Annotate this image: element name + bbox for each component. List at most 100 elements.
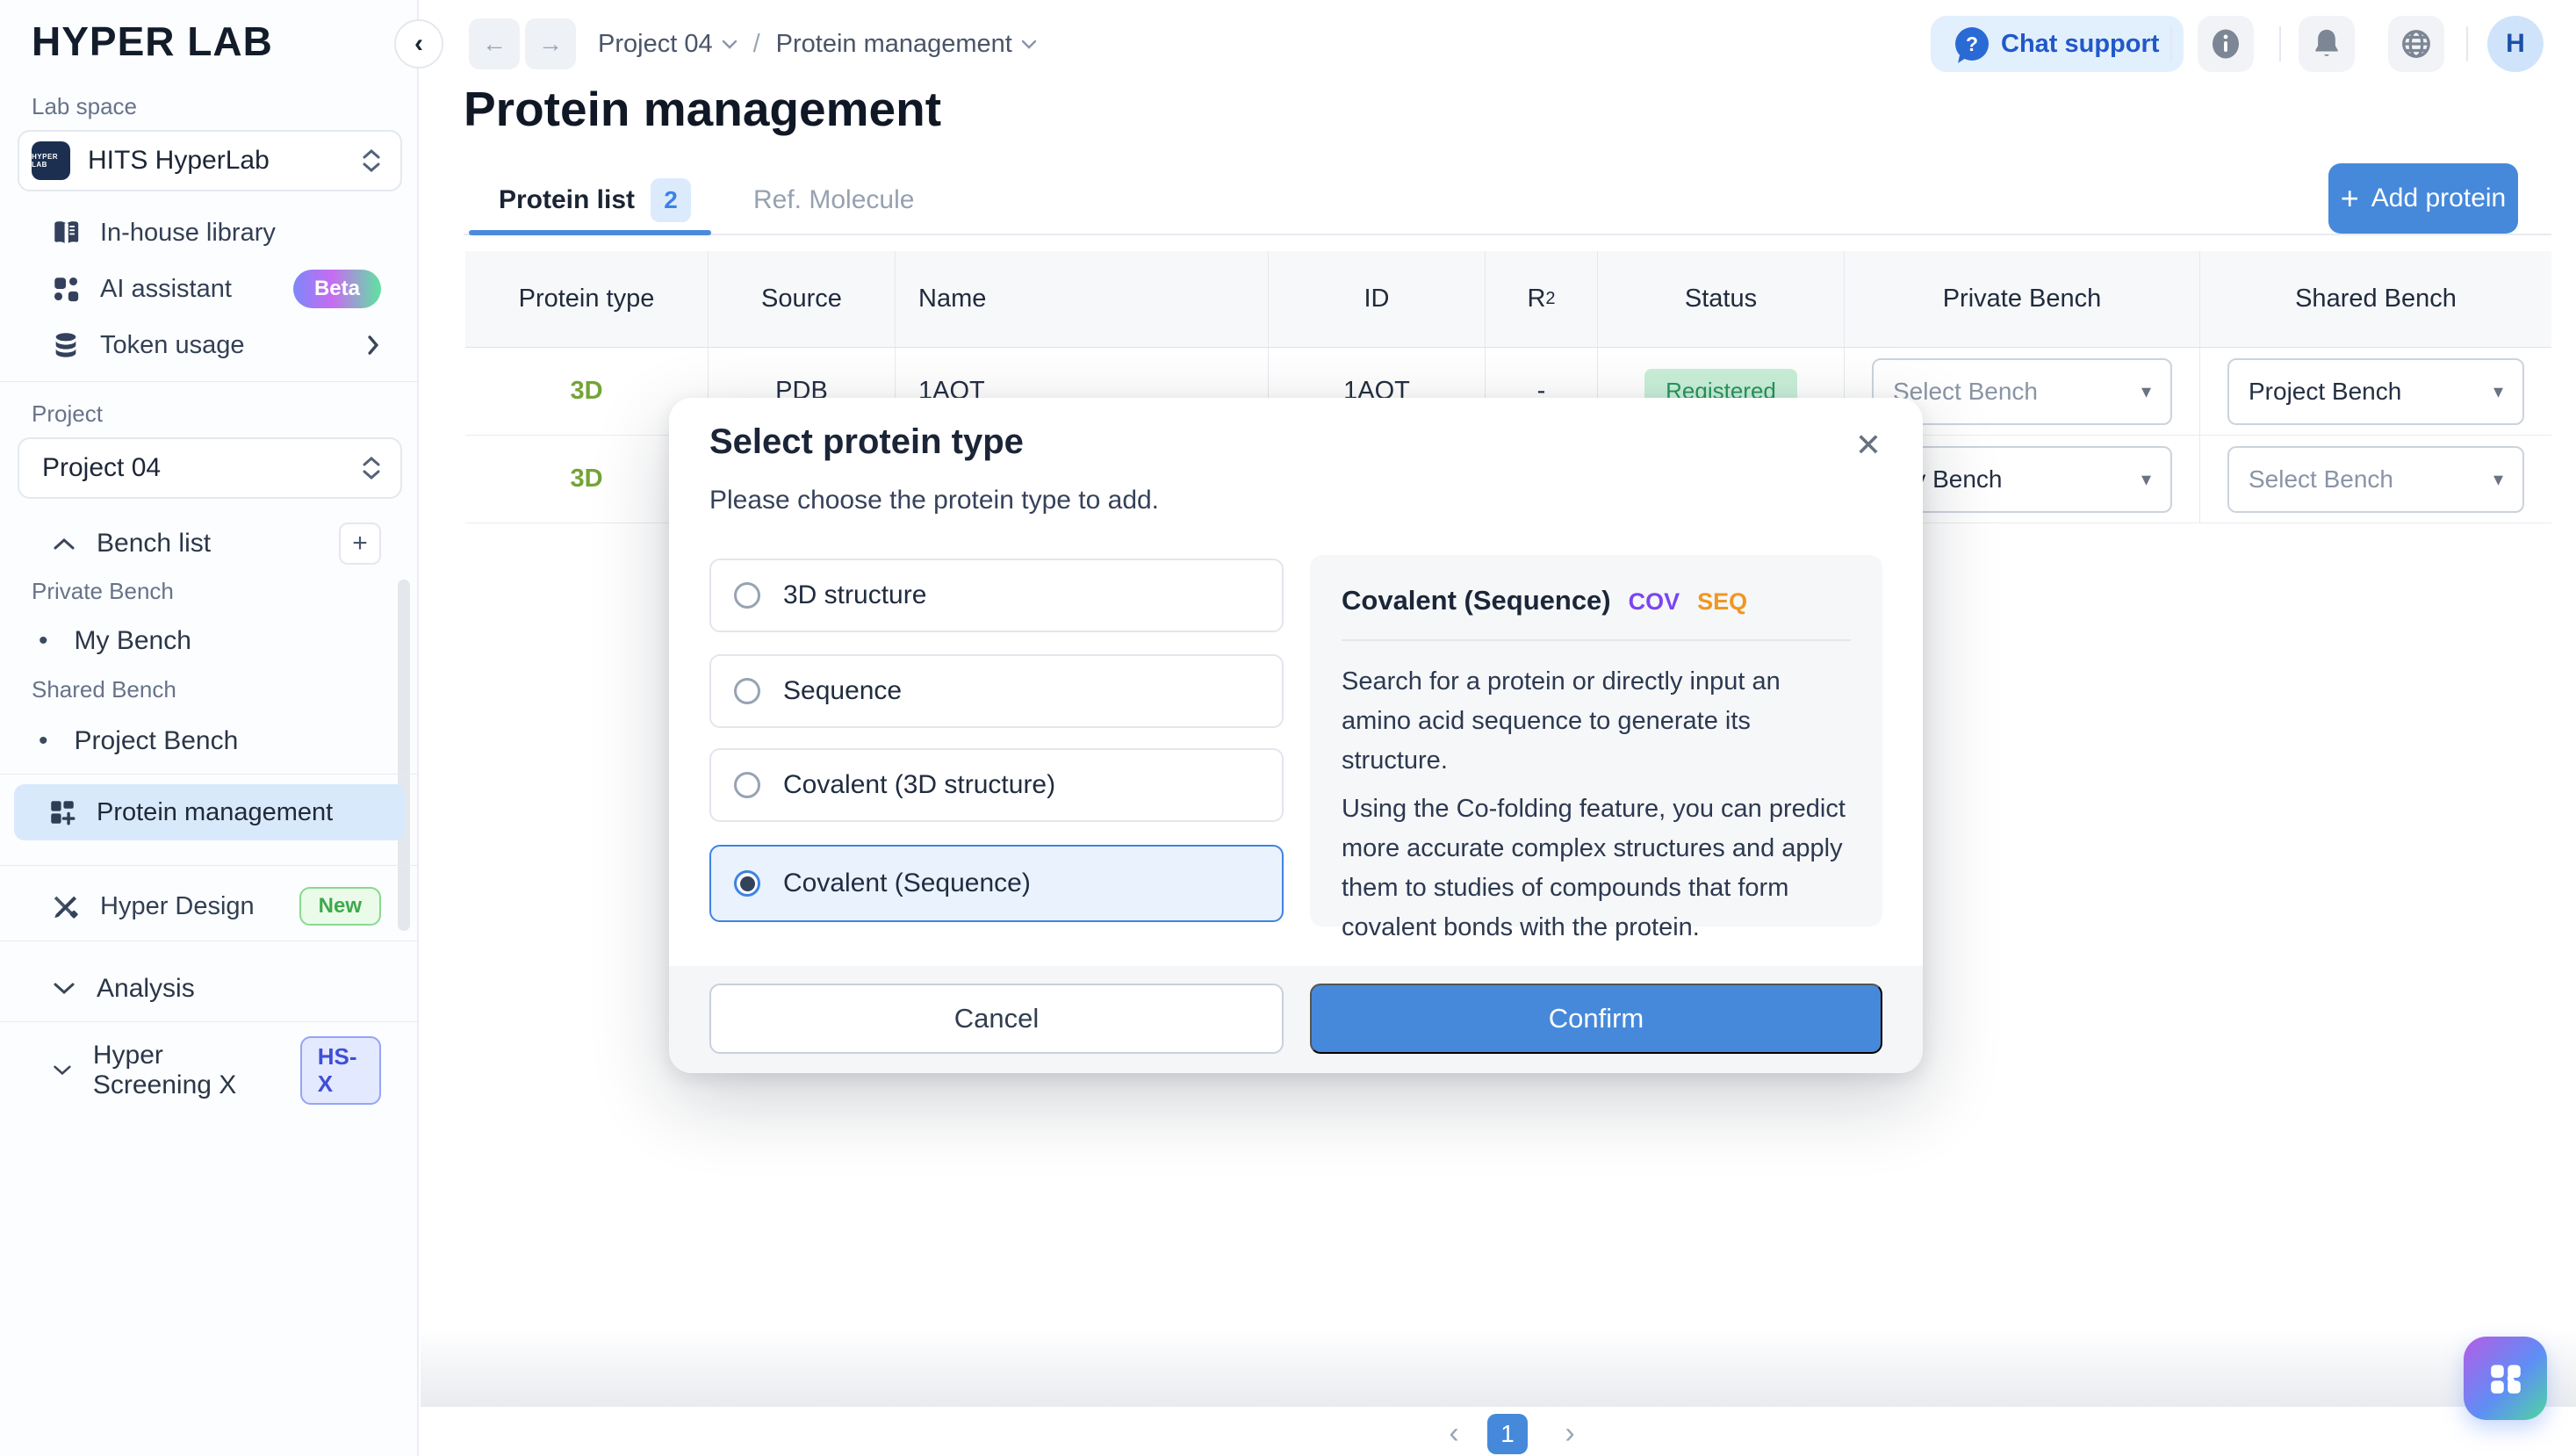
dialog-subtitle: Please choose the protein type to add. [709,486,1159,515]
breadcrumb: Project 04 / Protein management [598,18,1037,69]
breadcrumb-separator: / [753,30,760,59]
notifications-button[interactable] [2299,16,2355,72]
chevron-down-icon: ▾ [2141,380,2151,403]
close-icon[interactable]: ✕ [1847,424,1889,466]
add-protein-button[interactable]: + Add protein [2328,163,2518,234]
bullet-icon: • [39,726,48,756]
sidebar-collapse-button[interactable]: ‹ [394,19,443,68]
column-header-private-bench: Private Bench [1845,251,2200,347]
cov-badge: COV [1629,588,1680,616]
radio-icon [734,772,760,798]
tab-protein-list[interactable]: Protein list 2 [499,172,691,228]
chevron-up-down-icon [362,457,381,479]
column-header-source: Source [709,251,896,347]
chat-support-button[interactable]: ? Chat support [1931,16,2184,72]
token-database-icon [51,330,81,360]
project-select-value: Project 04 [42,453,344,483]
shared-bench-label: Shared Bench [32,676,176,703]
chevron-down-icon [722,40,738,49]
divider [0,774,419,775]
info-icon [2210,26,2241,61]
bell-icon [2312,27,2342,61]
forward-button[interactable]: → [525,18,576,69]
bench-item-label: Project Bench [75,726,239,756]
hsx-badge: HS-X [300,1036,381,1105]
column-header-name: Name [896,251,1269,347]
bench-list-toggle[interactable]: Bench list + [18,516,402,571]
sidebar-item-ai-assistant[interactable]: AI assistant Beta [18,263,402,314]
column-header-status: Status [1598,251,1845,347]
hyperlab-assistant-floating-button[interactable] [2464,1337,2547,1420]
divider [2279,26,2281,61]
app-logo: HYPER LAB [32,18,273,65]
sidebar-item-label: Analysis [97,974,195,1004]
page-title: Protein management [464,81,941,137]
divider [0,1021,419,1022]
sidebar-item-my-bench[interactable]: • My Bench [18,616,386,666]
chevron-down-icon: ▾ [2493,380,2503,403]
radio-icon [734,678,760,704]
sidebar-item-label: AI assistant [100,275,232,304]
sidebar-item-project-bench[interactable]: • Project Bench [18,717,386,766]
column-header-r2: R2 [1486,251,1598,347]
language-button[interactable] [2388,16,2444,72]
option-detail-panel: Covalent (Sequence) COV SEQ Search for a… [1310,555,1882,926]
shared-bench-cell: Select Bench ▾ [2200,436,2551,523]
sidebar-item-token-usage[interactable]: Token usage [18,320,402,371]
chat-support-label: Chat support [2001,30,2159,59]
cancel-button[interactable]: Cancel [709,984,1284,1054]
breadcrumb-page[interactable]: Protein management [776,30,1037,59]
sidebar-scrollbar[interactable] [398,580,410,931]
ai-assistant-icon [51,274,81,304]
pagination-next-button[interactable]: › [1551,1412,1589,1454]
project-select[interactable]: Project 04 [18,437,402,499]
option-sequence[interactable]: Sequence [709,654,1284,728]
book-icon [51,218,81,248]
breadcrumb-project[interactable]: Project 04 [598,30,738,59]
radio-icon [734,582,760,609]
add-bench-button[interactable]: + [339,523,381,565]
active-tab-underline [469,230,711,235]
column-header-shared-bench: Shared Bench [2200,251,2551,347]
sidebar-item-protein-management[interactable]: Protein management [14,784,406,840]
hyperlab-mark-icon [2481,1354,2530,1403]
sidebar-item-label: Token usage [100,331,244,360]
option-covalent-sequence[interactable]: Covalent (Sequence) [709,845,1284,922]
back-button[interactable]: ← [469,18,520,69]
option-3d-structure[interactable]: 3D structure [709,559,1284,632]
pagination-prev-button[interactable]: ‹ [1435,1412,1473,1454]
shared-bench-cell: Project Bench ▾ [2200,348,2551,435]
shared-bench-select[interactable]: Select Bench ▾ [2227,446,2524,513]
detail-heading: Covalent (Sequence) [1342,585,1611,616]
sidebar: HYPER LAB Lab space HYPER LAB HITS Hyper… [0,0,419,1456]
sidebar-item-in-house-library[interactable]: In-house library [18,207,402,258]
tab-ref-molecule[interactable]: Ref. Molecule [753,172,914,228]
divider [2466,26,2468,61]
pagination-page-1[interactable]: 1 [1487,1414,1528,1454]
sidebar-item-label: Protein management [97,798,333,827]
info-button[interactable] [2198,16,2254,72]
dialog-title: Select protein type [709,422,1024,462]
sidebar-item-hyper-design[interactable]: Hyper Design New [18,878,402,934]
select-protein-type-dialog: ✕ Select protein type Please choose the … [669,398,1923,1073]
bench-list-label: Bench list [97,529,211,559]
tabs-baseline [464,234,2551,235]
chevron-up-icon [53,537,76,551]
chevron-down-icon [53,982,76,996]
seq-badge: SEQ [1697,588,1747,616]
chevron-right-icon [365,334,381,357]
shared-bench-select[interactable]: Project Bench ▾ [2227,358,2524,425]
column-header-id: ID [1269,251,1486,347]
sidebar-item-analysis[interactable]: Analysis [18,962,402,1016]
user-avatar[interactable]: H [2487,16,2544,72]
app-screen: HYPER LAB Lab space HYPER LAB HITS Hyper… [0,0,2576,1456]
protein-grid-icon [47,797,77,827]
dialog-footer: Cancel Confirm [669,966,1923,1073]
divider [1342,639,1851,641]
option-covalent-3d-structure[interactable]: Covalent (3D structure) [709,748,1284,822]
confirm-button[interactable]: Confirm [1310,984,1882,1054]
plus-icon: + [2341,180,2359,217]
workspace-select[interactable]: HYPER LAB HITS HyperLab [18,130,402,191]
new-badge: New [299,887,381,926]
sidebar-item-hyper-screening-x[interactable]: Hyper Screening X HS-X [18,1043,402,1098]
